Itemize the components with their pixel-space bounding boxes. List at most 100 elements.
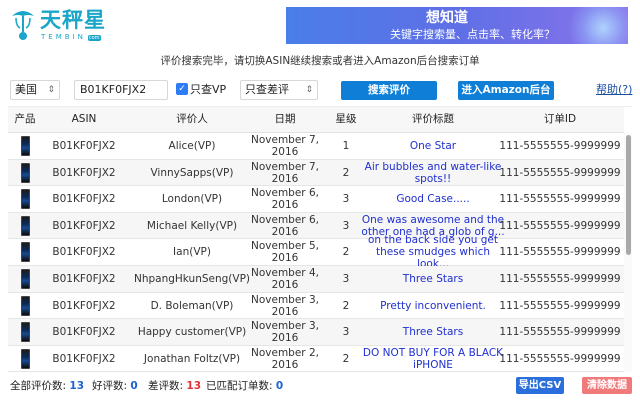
vp-checkbox[interactable]: ✓ — [176, 83, 188, 95]
review-title-link[interactable]: Good Case..... — [360, 186, 506, 212]
product-image-cell — [8, 293, 42, 319]
review-title-link[interactable]: DO NOT BUY FOR A BLACK iPHONE — [360, 346, 506, 372]
review-title-link[interactable]: Three Stars — [360, 319, 506, 345]
asin-cell: B01KF0FJX2 — [52, 140, 116, 152]
bad-reviews-count: 13 — [186, 380, 202, 392]
total-reviews-count: 13 — [69, 380, 85, 392]
clear-data-button[interactable]: 清除数据 — [582, 377, 632, 394]
review-title-link[interactable]: Three Stars — [360, 266, 506, 292]
stars-cell: 3 — [342, 326, 350, 339]
export-csv-button[interactable]: 导出CSV — [516, 377, 564, 394]
stars-cell: 3 — [342, 273, 350, 285]
product-thumbnail-icon — [20, 189, 30, 210]
total-reviews-label: 全部评价数: — [10, 380, 67, 392]
column-header-title: 评价标题 — [412, 113, 454, 125]
order-id-cell: 111-5555555-9999999 — [499, 273, 621, 285]
asin-cell: B01KF0FJX2 — [52, 193, 116, 206]
stars-cell: 2 — [342, 246, 350, 259]
column-header-stars: 星级 — [335, 113, 357, 125]
order-id-cell: 111-5555555-9999999 — [499, 166, 621, 179]
product-image-cell — [8, 266, 42, 292]
table-row: B01KF0FJX2 D. Boleman(VP) November 3, 2016… — [8, 293, 624, 320]
tembin-logo: 天秤星 TEMBIN com — [10, 6, 130, 42]
product-image-cell — [8, 213, 42, 239]
review-title-link[interactable]: Air bubbles and water-like spots!! — [360, 160, 506, 186]
asin-cell: B01KF0FJX2 — [52, 299, 116, 312]
banner-glow — [568, 7, 628, 44]
review-filter-select[interactable]: 只查差评 ⇕ — [240, 80, 318, 100]
review-title-link[interactable]: One Star — [360, 133, 506, 159]
product-thumbnail-icon — [20, 162, 30, 183]
country-select-value: 美国 — [15, 83, 37, 96]
vp-checkbox-label: 只查VP — [190, 83, 227, 96]
search-controls: 美国 ⇕ B01KF0FJX2 ✓ 只查VP 只查差评 ⇕ 搜索评价 进入Ama… — [0, 80, 640, 102]
column-header-date: 日期 — [274, 113, 296, 125]
table-row: B01KF0FJX2 NhpangHkunSeng(VP) November 4, … — [8, 266, 624, 293]
asin-cell: B01KF0FJX2 — [52, 273, 116, 285]
order-id-cell: 111-5555555-9999999 — [499, 246, 621, 259]
column-header-product: 产品 — [14, 113, 36, 125]
column-header-asin: ASIN — [71, 113, 97, 125]
product-thumbnail-icon — [20, 215, 30, 236]
banner-title: 想知道 — [426, 10, 468, 26]
asin-cell: B01KF0FJX2 — [52, 352, 116, 365]
chevron-updown-icon: ⇕ — [305, 85, 313, 95]
date-cell: November 3, 2016 — [251, 293, 319, 318]
brand-name-en-text: TEMBIN — [41, 33, 86, 41]
order-id-cell: 111-5555555-9999999 — [499, 219, 621, 232]
product-image-cell — [8, 319, 42, 345]
product-image-cell — [8, 186, 42, 212]
table-row: B01KF0FJX2 Jonathan Foltz(VP) November 2, … — [8, 346, 624, 372]
column-header-order-id: 订单ID — [543, 113, 577, 125]
product-thumbnail-icon — [20, 295, 30, 316]
date-cell: November 5, 2016 — [251, 240, 319, 265]
table-row: B01KF0FJX2 Ian(VP) November 5, 2016 2 on the… — [8, 234, 624, 270]
date-cell: November 3, 2016 — [251, 320, 319, 345]
country-select[interactable]: 美国 ⇕ — [10, 80, 60, 100]
matched-orders-stat: 已匹配订单数: 0 — [206, 378, 283, 394]
footer-stats: 全部评价数: 13 好评数: 0 差评数: 13 已匹配订单数: 0 导出CSV… — [0, 376, 640, 396]
table-row: B01KF0FJX2 Michael Kelly(VP) November 6, 2… — [8, 212, 624, 240]
order-id-cell: 111-5555555-9999999 — [499, 299, 621, 312]
bad-reviews-label: 差评数: — [148, 380, 184, 392]
review-title-link[interactable]: on the back side you get these smudges w… — [360, 234, 506, 270]
date-cell: November 7, 2016 — [251, 134, 319, 158]
stars-cell: 3 — [342, 193, 350, 206]
product-thumbnail-icon — [20, 136, 30, 156]
asin-input[interactable]: B01KF0FJX2 — [74, 80, 168, 100]
banner-subtitle: 关键字搜索量、点击率、转化率？ — [390, 28, 555, 41]
amazon-backend-button[interactable]: 进入Amazon后台 — [458, 81, 554, 100]
table-row: B01KF0FJX2 Happy customer(VP) November 3, … — [8, 319, 624, 346]
status-notice: 评价搜索完毕，请切换ASIN继续搜索或者进入Amazon后台搜索订单 — [160, 55, 480, 67]
order-id-cell: 111-5555555-9999999 — [499, 326, 621, 339]
search-reviews-button[interactable]: 搜索评价 — [341, 81, 437, 100]
brand-name-cn: 天秤星 — [40, 8, 106, 32]
good-reviews-count: 0 — [130, 380, 138, 392]
bad-reviews-stat: 差评数: 13 — [148, 378, 201, 394]
chevron-updown-icon: ⇕ — [47, 85, 55, 95]
asin-cell: B01KF0FJX2 — [52, 326, 116, 339]
review-title-link[interactable]: Pretty inconvenient. — [360, 293, 506, 319]
order-id-cell: 111-5555555-9999999 — [499, 352, 621, 365]
matched-orders-count: 0 — [275, 380, 284, 392]
total-reviews-stat: 全部评价数: 13 — [10, 378, 84, 394]
order-id-cell: 111-5555555-9999999 — [499, 140, 621, 152]
date-cell: November 2, 2016 — [251, 346, 319, 371]
brand-name-en: TEMBIN com — [41, 33, 101, 42]
help-link[interactable]: 帮助(?) — [596, 82, 632, 98]
table-row: B01KF0FJX2 Alice(VP) November 7, 2016 1 One … — [8, 133, 624, 160]
good-reviews-label: 好评数: — [92, 380, 128, 392]
product-image-cell — [8, 160, 42, 186]
scrollbar-thumb[interactable] — [626, 135, 631, 255]
product-image-cell — [8, 239, 42, 265]
date-cell: November 6, 2016 — [251, 187, 319, 212]
date-cell: November 4, 2016 — [251, 267, 319, 291]
asin-cell: B01KF0FJX2 — [52, 219, 116, 232]
table-row: B01KF0FJX2 VinnySapps(VP) November 7, 2016… — [8, 159, 624, 187]
matched-orders-label: 已匹配订单数: — [206, 380, 273, 392]
asin-cell: B01KF0FJX2 — [52, 246, 116, 259]
review-filter-value: 只查差评 — [245, 83, 289, 96]
stars-cell: 2 — [342, 352, 350, 365]
date-cell: November 6, 2016 — [251, 213, 319, 238]
ad-banner[interactable]: 想知道 关键字搜索量、点击率、转化率？ — [286, 7, 628, 44]
